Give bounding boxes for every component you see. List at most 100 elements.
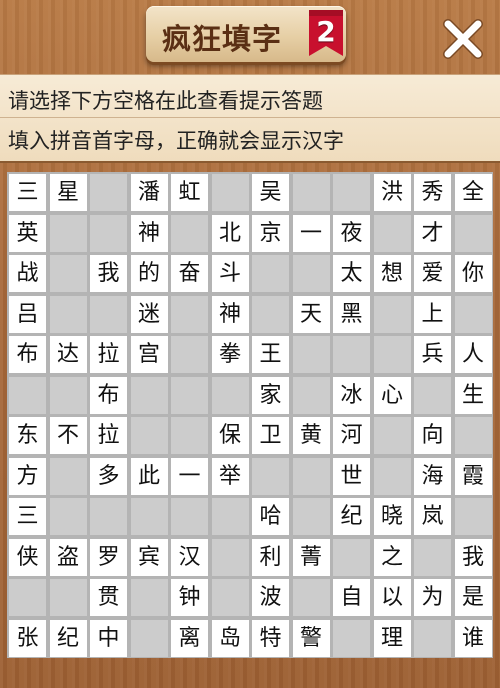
grid-cell[interactable]: 霞	[454, 457, 492, 495]
grid-cell[interactable]: 奋	[171, 255, 208, 292]
grid-cell[interactable]: 神	[211, 295, 249, 333]
grid-cell[interactable]: 盗	[49, 538, 87, 576]
grid-cell[interactable]: 兵	[414, 336, 451, 373]
grid-cell[interactable]: 理	[373, 619, 411, 657]
grid-cell[interactable]: 达	[49, 336, 87, 373]
grid-cell[interactable]: 斗	[211, 255, 249, 292]
grid-cell[interactable]: 一	[171, 457, 208, 495]
grid-cell[interactable]: 战	[9, 255, 46, 292]
grid-cell[interactable]: 菁	[292, 538, 330, 576]
grid-cell[interactable]: 才	[414, 214, 451, 252]
grid-cell-blank	[211, 498, 249, 535]
grid-cell[interactable]: 神	[130, 214, 168, 252]
grid-cell[interactable]: 布	[9, 336, 46, 373]
grid-cell[interactable]: 布	[90, 376, 127, 414]
grid-cell[interactable]: 不	[49, 417, 87, 454]
grid-cell[interactable]: 上	[414, 295, 451, 333]
grid-cell[interactable]: 宫	[130, 336, 168, 373]
grid-cell[interactable]: 宾	[130, 538, 168, 576]
grid-cell[interactable]: 是	[454, 579, 492, 616]
grid-cell[interactable]: 此	[130, 457, 168, 495]
grid-cell[interactable]: 纪	[333, 498, 370, 535]
grid-cell[interactable]: 全	[454, 174, 492, 211]
grid-cell[interactable]: 太	[333, 255, 370, 292]
grid-cell[interactable]: 吕	[9, 295, 46, 333]
grid-cell[interactable]: 卫	[252, 417, 289, 454]
grid-cell[interactable]: 多	[90, 457, 127, 495]
grid-cell[interactable]: 的	[130, 255, 168, 292]
grid-cell[interactable]: 罗	[90, 538, 127, 576]
grid-cell[interactable]: 晓	[373, 498, 411, 535]
grid-cell[interactable]: 钟	[171, 579, 208, 616]
close-icon[interactable]	[438, 14, 488, 64]
grid-cell[interactable]: 潘	[130, 174, 168, 211]
grid-cell[interactable]: 拉	[90, 417, 127, 454]
grid-cell[interactable]: 警	[292, 619, 330, 657]
grid-cell[interactable]: 中	[90, 619, 127, 657]
grid-cell[interactable]: 我	[90, 255, 127, 292]
grid-cell[interactable]: 为	[414, 579, 451, 616]
grid-cell[interactable]: 天	[292, 295, 330, 333]
grid-cell[interactable]: 汉	[171, 538, 208, 576]
grid-cell[interactable]: 人	[454, 336, 492, 373]
grid-cell-blank	[211, 538, 249, 576]
grid-cell[interactable]: 星	[49, 174, 87, 211]
grid-cell-blank	[90, 498, 127, 535]
grid-cell[interactable]: 三	[9, 174, 46, 211]
grid-cell[interactable]: 家	[252, 376, 289, 414]
grid-cell[interactable]: 特	[252, 619, 289, 657]
grid-cell[interactable]: 秀	[414, 174, 451, 211]
grid-cell[interactable]: 拉	[90, 336, 127, 373]
grid-cell-blank	[292, 579, 330, 616]
grid-cell[interactable]: 吴	[252, 174, 289, 211]
grid-cell[interactable]: 世	[333, 457, 370, 495]
grid-cell[interactable]: 向	[414, 417, 451, 454]
grid-cell[interactable]: 以	[373, 579, 411, 616]
grid-cell-blank	[252, 457, 289, 495]
grid-cell[interactable]: 张	[9, 619, 46, 657]
grid-cell[interactable]: 生	[454, 376, 492, 414]
grid-cell[interactable]: 我	[454, 538, 492, 576]
grid-cell[interactable]: 谁	[454, 619, 492, 657]
grid-cell[interactable]: 举	[211, 457, 249, 495]
grid-cell[interactable]: 岚	[414, 498, 451, 535]
grid-cell-blank	[49, 295, 87, 333]
grid-cell[interactable]: 迷	[130, 295, 168, 333]
grid-cell[interactable]: 爱	[414, 255, 451, 292]
grid-cell[interactable]: 想	[373, 255, 411, 292]
grid-cell[interactable]: 夜	[333, 214, 370, 252]
grid-cell[interactable]: 波	[252, 579, 289, 616]
grid-cell[interactable]: 贯	[90, 579, 127, 616]
grid-cell[interactable]: 岛	[211, 619, 249, 657]
grid-cell[interactable]: 纪	[49, 619, 87, 657]
grid-cell[interactable]: 拳	[211, 336, 249, 373]
grid-cell[interactable]: 自	[333, 579, 370, 616]
grid-cell[interactable]: 王	[252, 336, 289, 373]
grid-cell[interactable]: 虹	[171, 174, 208, 211]
grid-cell[interactable]: 冰	[333, 376, 370, 414]
grid-cell[interactable]: 方	[9, 457, 46, 495]
grid-cell-blank	[49, 255, 87, 292]
grid-cell[interactable]: 黄	[292, 417, 330, 454]
grid-cell[interactable]: 三	[9, 498, 46, 535]
grid-cell[interactable]: 保	[211, 417, 249, 454]
grid-cell[interactable]: 京	[252, 214, 289, 252]
grid-cell[interactable]: 黑	[333, 295, 370, 333]
grid-cell[interactable]: 侠	[9, 538, 46, 576]
grid-cell[interactable]: 哈	[252, 498, 289, 535]
grid-cell[interactable]: 英	[9, 214, 46, 252]
level-number: 2	[316, 15, 336, 48]
grid-cell[interactable]: 海	[414, 457, 451, 495]
grid-cell[interactable]: 离	[171, 619, 208, 657]
grid-cell[interactable]: 之	[373, 538, 411, 576]
grid-cell[interactable]: 利	[252, 538, 289, 576]
grid-cell[interactable]: 北	[211, 214, 249, 252]
grid-cell[interactable]: 一	[292, 214, 330, 252]
crossword-board: 三星潘虹吴洪秀全英神北京一夜才战我的奋斗太想爱你吕迷神天黑上布达拉宫拳王兵人布家…	[7, 172, 493, 658]
grid-cell[interactable]: 你	[454, 255, 492, 292]
close-button[interactable]	[438, 14, 488, 64]
grid-cell[interactable]: 东	[9, 417, 46, 454]
grid-cell[interactable]: 心	[373, 376, 411, 414]
grid-cell[interactable]: 洪	[373, 174, 411, 211]
grid-cell[interactable]: 河	[333, 417, 370, 454]
